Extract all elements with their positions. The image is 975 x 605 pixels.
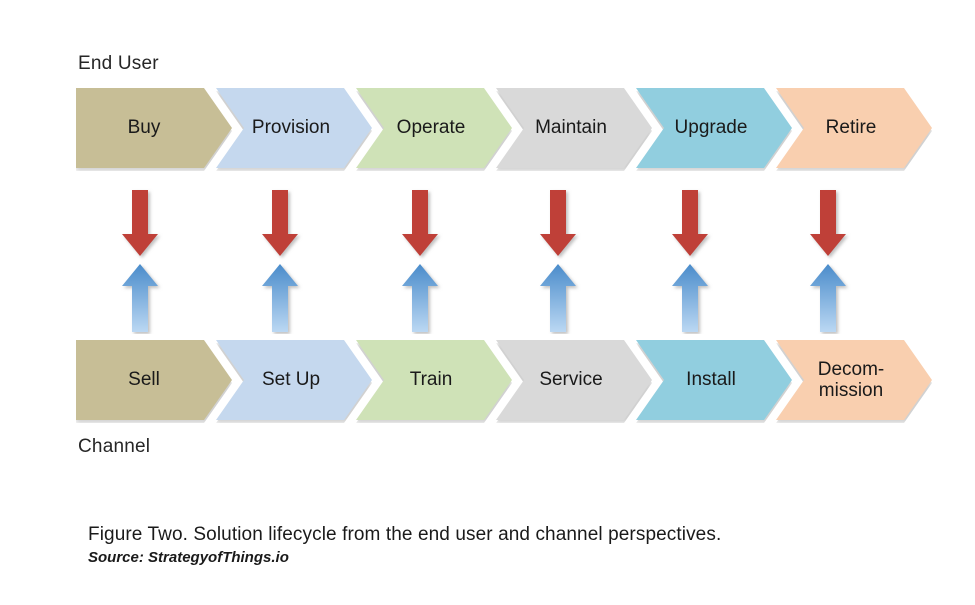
- stage-chevron-label: Install: [686, 369, 736, 391]
- stage-chevron-channel-5[interactable]: Decom- mission: [776, 340, 932, 420]
- end-user-row-label: End User: [78, 53, 159, 74]
- stage-chevron-end-user-0[interactable]: Buy: [76, 88, 232, 168]
- stage-chevron-end-user-2[interactable]: Operate: [356, 88, 512, 168]
- arrow-down-icon: [122, 190, 158, 256]
- stage-chevron-end-user-4[interactable]: Upgrade: [636, 88, 792, 168]
- arrow-down-icon: [402, 190, 438, 256]
- arrow-down-icon: [672, 190, 708, 256]
- figure-container: End User Buy Provision Operate Maintain Upgr…: [0, 0, 975, 605]
- channel-stage-row: Sell Set Up Train Service Install Decom- miss…: [0, 340, 975, 424]
- connector-arrow-pair-1: [254, 188, 306, 334]
- arrow-up-icon: [672, 264, 708, 332]
- stage-chevron-label: Set Up: [261, 369, 321, 391]
- connector-arrow-pair-2: [394, 188, 446, 334]
- stage-chevron-channel-2[interactable]: Train: [356, 340, 512, 420]
- stage-chevron-channel-3[interactable]: Service: [496, 340, 652, 420]
- stage-chevron-label: Provision: [251, 117, 331, 139]
- connector-arrow-pair-5: [802, 188, 854, 334]
- stage-chevron-label: Sell: [128, 369, 160, 391]
- arrow-up-icon: [122, 264, 158, 332]
- arrow-up-icon: [402, 264, 438, 332]
- stage-chevron-channel-0[interactable]: Sell: [76, 340, 232, 420]
- caption-title: Figure Two. Solution lifecycle from the …: [88, 524, 722, 545]
- arrow-up-icon: [262, 264, 298, 332]
- stage-chevron-label: Maintain: [535, 117, 607, 139]
- stage-chevron-end-user-5[interactable]: Retire: [776, 88, 932, 168]
- arrow-up-icon: [810, 264, 846, 332]
- stage-chevron-end-user-1[interactable]: Provision: [216, 88, 372, 168]
- stage-chevron-label: Service: [539, 369, 603, 391]
- stage-chevron-channel-1[interactable]: Set Up: [216, 340, 372, 420]
- stage-chevron-label: Upgrade: [674, 117, 748, 139]
- stage-chevron-label: Operate: [396, 117, 466, 139]
- caption-source: Source: StrategyofThings.io: [88, 549, 289, 566]
- stage-chevron-label: Train: [409, 369, 453, 391]
- arrow-down-icon: [262, 190, 298, 256]
- channel-row-label: Channel: [78, 436, 151, 457]
- end-user-stage-row: Buy Provision Operate Maintain Upgrade Retire: [0, 88, 975, 172]
- figure-caption: Figure Two. Solution lifecycle from the …: [88, 524, 721, 566]
- arrow-up-icon: [540, 264, 576, 332]
- stage-chevron-channel-4[interactable]: Install: [636, 340, 792, 420]
- stage-chevron-label: Retire: [825, 117, 877, 139]
- connector-arrow-pair-0: [114, 188, 166, 334]
- stage-chevron-label: Buy: [127, 117, 161, 139]
- arrow-down-icon: [540, 190, 576, 256]
- stage-chevron-label: Decom- mission: [817, 358, 885, 401]
- arrow-down-icon: [810, 190, 846, 256]
- stage-chevron-end-user-3[interactable]: Maintain: [496, 88, 652, 168]
- connector-arrow-pair-3: [532, 188, 584, 334]
- connector-arrow-pair-4: [664, 188, 716, 334]
